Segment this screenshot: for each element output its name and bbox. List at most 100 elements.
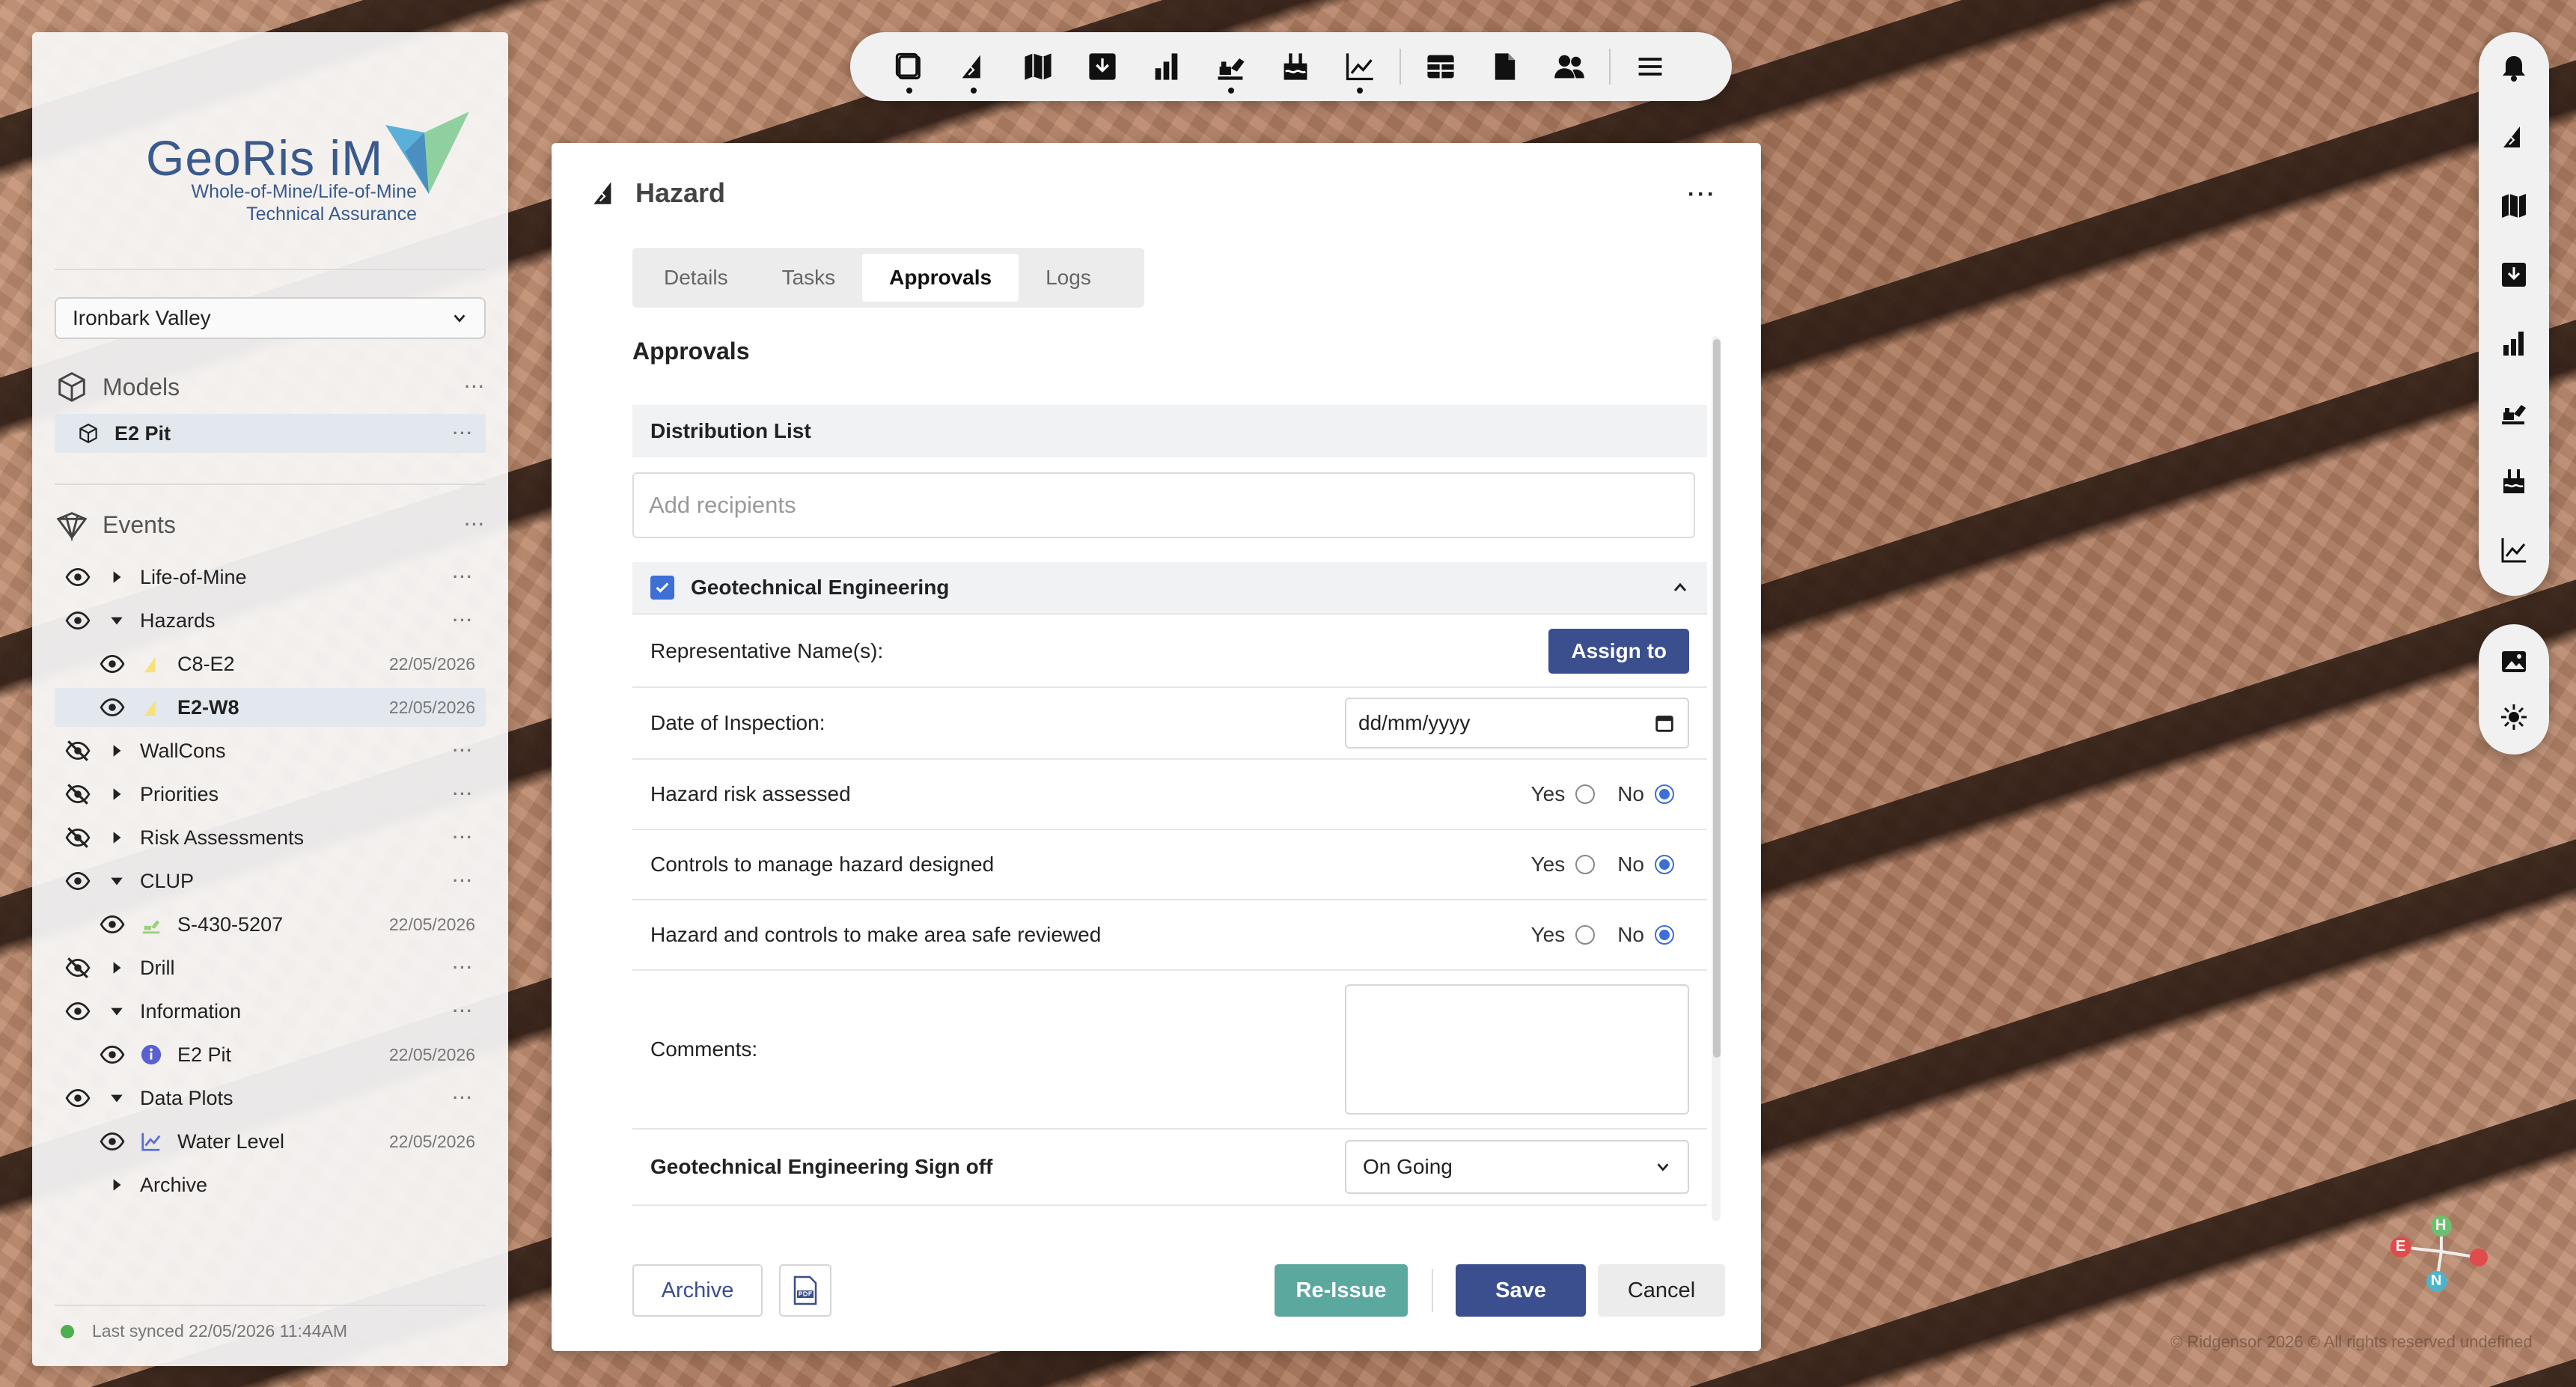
group-checkbox[interactable]: [650, 576, 674, 600]
event-item-e2-pit[interactable]: E2 Pit 22/05/2026: [55, 1035, 486, 1074]
caret-down-icon[interactable]: [109, 1003, 125, 1019]
water-level-layer-button[interactable]: [2479, 447, 2549, 516]
download-layer-button[interactable]: [2479, 240, 2549, 309]
caret-down-icon[interactable]: [109, 873, 125, 889]
water-level-button[interactable]: [1263, 32, 1328, 101]
eye-icon[interactable]: [100, 1042, 125, 1067]
caret-right-icon[interactable]: [109, 829, 125, 846]
radio-no[interactable]: [1655, 925, 1674, 945]
panel-more-button[interactable]: ···: [1688, 182, 1717, 207]
event-more-button[interactable]: ···: [453, 611, 474, 630]
hazard-layer-button[interactable]: [2479, 103, 2549, 171]
events-more-button[interactable]: ···: [465, 515, 486, 534]
caret-down-icon[interactable]: [109, 612, 125, 629]
download-button[interactable]: [1070, 32, 1135, 101]
models-header[interactable]: Models ···: [55, 366, 486, 408]
eye-off-icon[interactable]: [65, 781, 91, 807]
recipients-input[interactable]: Add recipients: [632, 472, 1695, 538]
excavator-layer-button[interactable]: [2479, 378, 2549, 447]
event-more-button[interactable]: ···: [453, 828, 474, 847]
reissue-button[interactable]: Re-Issue: [1275, 1264, 1408, 1317]
caret-down-icon[interactable]: [109, 1090, 125, 1106]
eye-icon[interactable]: [65, 1085, 91, 1111]
eye-icon[interactable]: [100, 651, 125, 677]
radio-yes[interactable]: [1575, 855, 1596, 874]
caret-right-icon[interactable]: [109, 569, 125, 585]
caret-right-icon[interactable]: [109, 960, 125, 976]
line-chart-layer-button[interactable]: [2479, 516, 2549, 585]
eye-off-icon[interactable]: [65, 825, 91, 850]
eye-off-icon[interactable]: [65, 738, 91, 763]
radio-no[interactable]: [1655, 784, 1674, 804]
event-group-priorities[interactable]: Priorities ···: [55, 775, 486, 814]
archive-button[interactable]: Archive: [632, 1264, 763, 1317]
tab-approvals[interactable]: Approvals: [862, 254, 1019, 302]
assign-to-button[interactable]: Assign to: [1548, 629, 1689, 674]
eye-icon[interactable]: [65, 564, 91, 590]
lighting-button[interactable]: [2479, 689, 2549, 745]
event-item-c8-e2[interactable]: C8-E2 22/05/2026: [55, 644, 486, 683]
events-header[interactable]: Events ···: [55, 504, 486, 546]
event-more-button[interactable]: ···: [453, 1002, 474, 1021]
bar-chart-button[interactable]: [1135, 32, 1199, 101]
map-button[interactable]: [1006, 32, 1070, 101]
caret-right-icon[interactable]: [109, 743, 125, 759]
radio-yes[interactable]: [1575, 925, 1596, 945]
event-group-archive[interactable]: Archive: [55, 1165, 486, 1204]
model-more-button[interactable]: ···: [453, 424, 474, 443]
event-more-button[interactable]: ···: [453, 958, 474, 978]
eye-icon[interactable]: [100, 1129, 125, 1154]
hazard-tool-button[interactable]: [941, 32, 1006, 101]
inspection-date-input[interactable]: dd/mm/yyyy: [1345, 698, 1689, 749]
tab-tasks[interactable]: Tasks: [755, 254, 863, 302]
event-item-e2-w8[interactable]: E2-W8 22/05/2026: [55, 688, 486, 727]
event-group-hazards[interactable]: Hazards ···: [55, 601, 486, 640]
event-more-button[interactable]: ···: [453, 784, 474, 804]
document-button[interactable]: [1473, 32, 1537, 101]
layers-button[interactable]: [877, 32, 941, 101]
event-group-clup[interactable]: CLUP ···: [55, 862, 486, 900]
radio-yes[interactable]: [1575, 784, 1596, 804]
eye-icon[interactable]: [65, 608, 91, 633]
table-button[interactable]: [1408, 32, 1473, 101]
event-group-information[interactable]: Information ···: [55, 992, 486, 1031]
scrollbar-thumb[interactable]: [1713, 339, 1721, 1058]
event-group-wallcons[interactable]: WallCons ···: [55, 731, 486, 770]
eye-icon[interactable]: [100, 695, 125, 720]
event-more-button[interactable]: ···: [453, 741, 474, 760]
event-group-risk-assessments[interactable]: Risk Assessments ···: [55, 818, 486, 857]
notifications-button[interactable]: [2479, 34, 2549, 103]
event-group-data-plots[interactable]: Data Plots ···: [55, 1079, 486, 1118]
cancel-button[interactable]: Cancel: [1598, 1264, 1725, 1317]
orientation-gizmo[interactable]: H E N: [2384, 1210, 2497, 1292]
event-more-button[interactable]: ···: [453, 567, 474, 587]
eye-icon[interactable]: [65, 999, 91, 1024]
model-item-e2-pit[interactable]: E2 Pit ···: [55, 414, 486, 453]
event-item-s-430-5207[interactable]: S-430-5207 22/05/2026: [55, 905, 486, 944]
tab-details[interactable]: Details: [637, 254, 755, 302]
event-more-button[interactable]: ···: [453, 871, 474, 891]
tab-logs[interactable]: Logs: [1019, 254, 1118, 302]
site-select[interactable]: Ironbark Valley: [55, 297, 486, 339]
comments-textarea[interactable]: [1345, 984, 1689, 1115]
chevron-up-icon[interactable]: [1671, 579, 1689, 597]
excavator-button[interactable]: [1199, 32, 1263, 101]
eye-off-icon[interactable]: [65, 955, 91, 981]
image-button[interactable]: [2479, 634, 2549, 689]
calendar-icon[interactable]: [1653, 712, 1676, 734]
eye-icon[interactable]: [65, 868, 91, 894]
map-layer-button[interactable]: [2479, 171, 2549, 240]
save-button[interactable]: Save: [1456, 1264, 1586, 1317]
users-button[interactable]: [1537, 32, 1602, 101]
group-header-geotechnical[interactable]: Geotechnical Engineering: [632, 562, 1707, 615]
menu-button[interactable]: [1618, 32, 1682, 101]
event-group-life-of-mine[interactable]: Life-of-Mine ···: [55, 558, 486, 597]
pdf-export-button[interactable]: [779, 1264, 831, 1317]
caret-right-icon[interactable]: [109, 786, 125, 802]
event-group-drill[interactable]: Drill ···: [55, 948, 486, 987]
event-item-water-level[interactable]: Water Level 22/05/2026: [55, 1122, 486, 1161]
bar-chart-layer-button[interactable]: [2479, 309, 2549, 378]
models-more-button[interactable]: ···: [465, 377, 486, 397]
caret-right-icon[interactable]: [109, 1177, 125, 1193]
event-more-button[interactable]: ···: [453, 1088, 474, 1108]
